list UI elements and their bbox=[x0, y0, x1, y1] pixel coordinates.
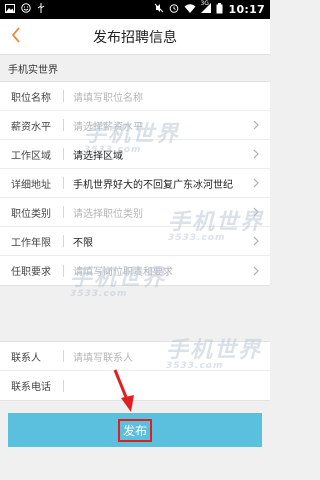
divider bbox=[63, 235, 64, 247]
status-bar: 3G 10:17 bbox=[0, 0, 270, 19]
divider bbox=[63, 177, 64, 189]
divider bbox=[63, 264, 64, 277]
field-value[interactable]: 不限 bbox=[73, 234, 270, 249]
app-header: 发布招聘信息 bbox=[0, 19, 270, 55]
image-icon bbox=[5, 3, 15, 16]
field-label: 联系人 bbox=[11, 352, 41, 364]
field-placeholder[interactable]: 请选择职位类别 bbox=[73, 205, 270, 220]
alarm-icon bbox=[169, 3, 179, 16]
form-row-address[interactable]: 详细地址 手机世界好大的不回复广东冰河世纪 bbox=[0, 169, 270, 198]
form-row-contact[interactable]: 联系人 请填写联系人 bbox=[0, 342, 270, 371]
field-label: 工作区域 bbox=[11, 150, 51, 162]
field-label: 任职要求 bbox=[11, 267, 51, 278]
chevron-right-icon bbox=[251, 178, 261, 188]
chevron-right-icon bbox=[251, 149, 261, 159]
field-value[interactable]: 请选择区域 bbox=[73, 147, 270, 162]
chevron-right-icon bbox=[251, 207, 261, 217]
field-label: 联系电话 bbox=[11, 382, 51, 393]
back-button[interactable] bbox=[0, 19, 32, 55]
field-label: 详细地址 bbox=[11, 179, 51, 191]
field-value[interactable]: 手机世界好大的不回复广东冰河世纪 bbox=[73, 176, 270, 191]
field-placeholder[interactable]: 请填写联系人 bbox=[73, 349, 270, 364]
mute-icon bbox=[154, 3, 164, 16]
wifi-icon bbox=[184, 3, 196, 16]
signal-icon: 3G bbox=[200, 0, 212, 16]
form-row-job-name[interactable]: 职位名称 请填写职位名称 bbox=[0, 82, 270, 111]
page-title: 发布招聘信息 bbox=[93, 29, 177, 46]
chevron-right-icon bbox=[251, 120, 261, 130]
chevron-right-icon bbox=[251, 236, 261, 246]
divider bbox=[63, 206, 64, 218]
form-row-requirements[interactable]: 任职要求 请填写岗位职责和要求 bbox=[0, 256, 270, 285]
usb-icon bbox=[37, 3, 45, 16]
clock-time: 10:17 bbox=[228, 3, 265, 16]
battery-icon bbox=[216, 2, 223, 17]
company-name: 手机实世界 bbox=[8, 64, 58, 76]
field-placeholder[interactable]: 请填写岗位职责和要求 bbox=[73, 263, 270, 278]
form-row-years[interactable]: 工作年限 不限 bbox=[0, 227, 270, 256]
divider bbox=[63, 119, 64, 131]
divider bbox=[63, 350, 64, 362]
publish-button[interactable]: 发布 bbox=[8, 413, 262, 447]
smile-icon bbox=[21, 3, 31, 16]
field-placeholder[interactable]: 请选择薪资水平 bbox=[73, 118, 270, 133]
field-label: 职位名称 bbox=[11, 92, 51, 104]
divider bbox=[63, 379, 64, 392]
network-type-label: 3G bbox=[200, 0, 209, 7]
form-row-job-type[interactable]: 职位类别 请选择职位类别 bbox=[0, 198, 270, 227]
chevron-right-icon bbox=[251, 266, 261, 276]
red-arrow-icon bbox=[113, 369, 134, 412]
chevron-left-icon bbox=[11, 27, 21, 47]
divider bbox=[63, 90, 64, 102]
field-label: 工作年限 bbox=[11, 237, 51, 249]
field-label: 职位类别 bbox=[11, 208, 51, 220]
publish-button-label: 发布 bbox=[117, 418, 152, 442]
watermark-sub: 3533.com bbox=[70, 289, 128, 299]
form-row-work-area[interactable]: 工作区域 请选择区域 bbox=[0, 140, 270, 169]
divider bbox=[63, 148, 64, 160]
field-placeholder[interactable]: 请填写职位名称 bbox=[73, 89, 270, 104]
field-label: 薪资水平 bbox=[11, 121, 51, 133]
job-info-form: 职位名称 请填写职位名称薪资水平 请选择薪资水平工作区域 请选择区域详细地址 手机世界好… bbox=[0, 81, 270, 286]
form-row-salary[interactable]: 薪资水平 请选择薪资水平 bbox=[0, 111, 270, 140]
